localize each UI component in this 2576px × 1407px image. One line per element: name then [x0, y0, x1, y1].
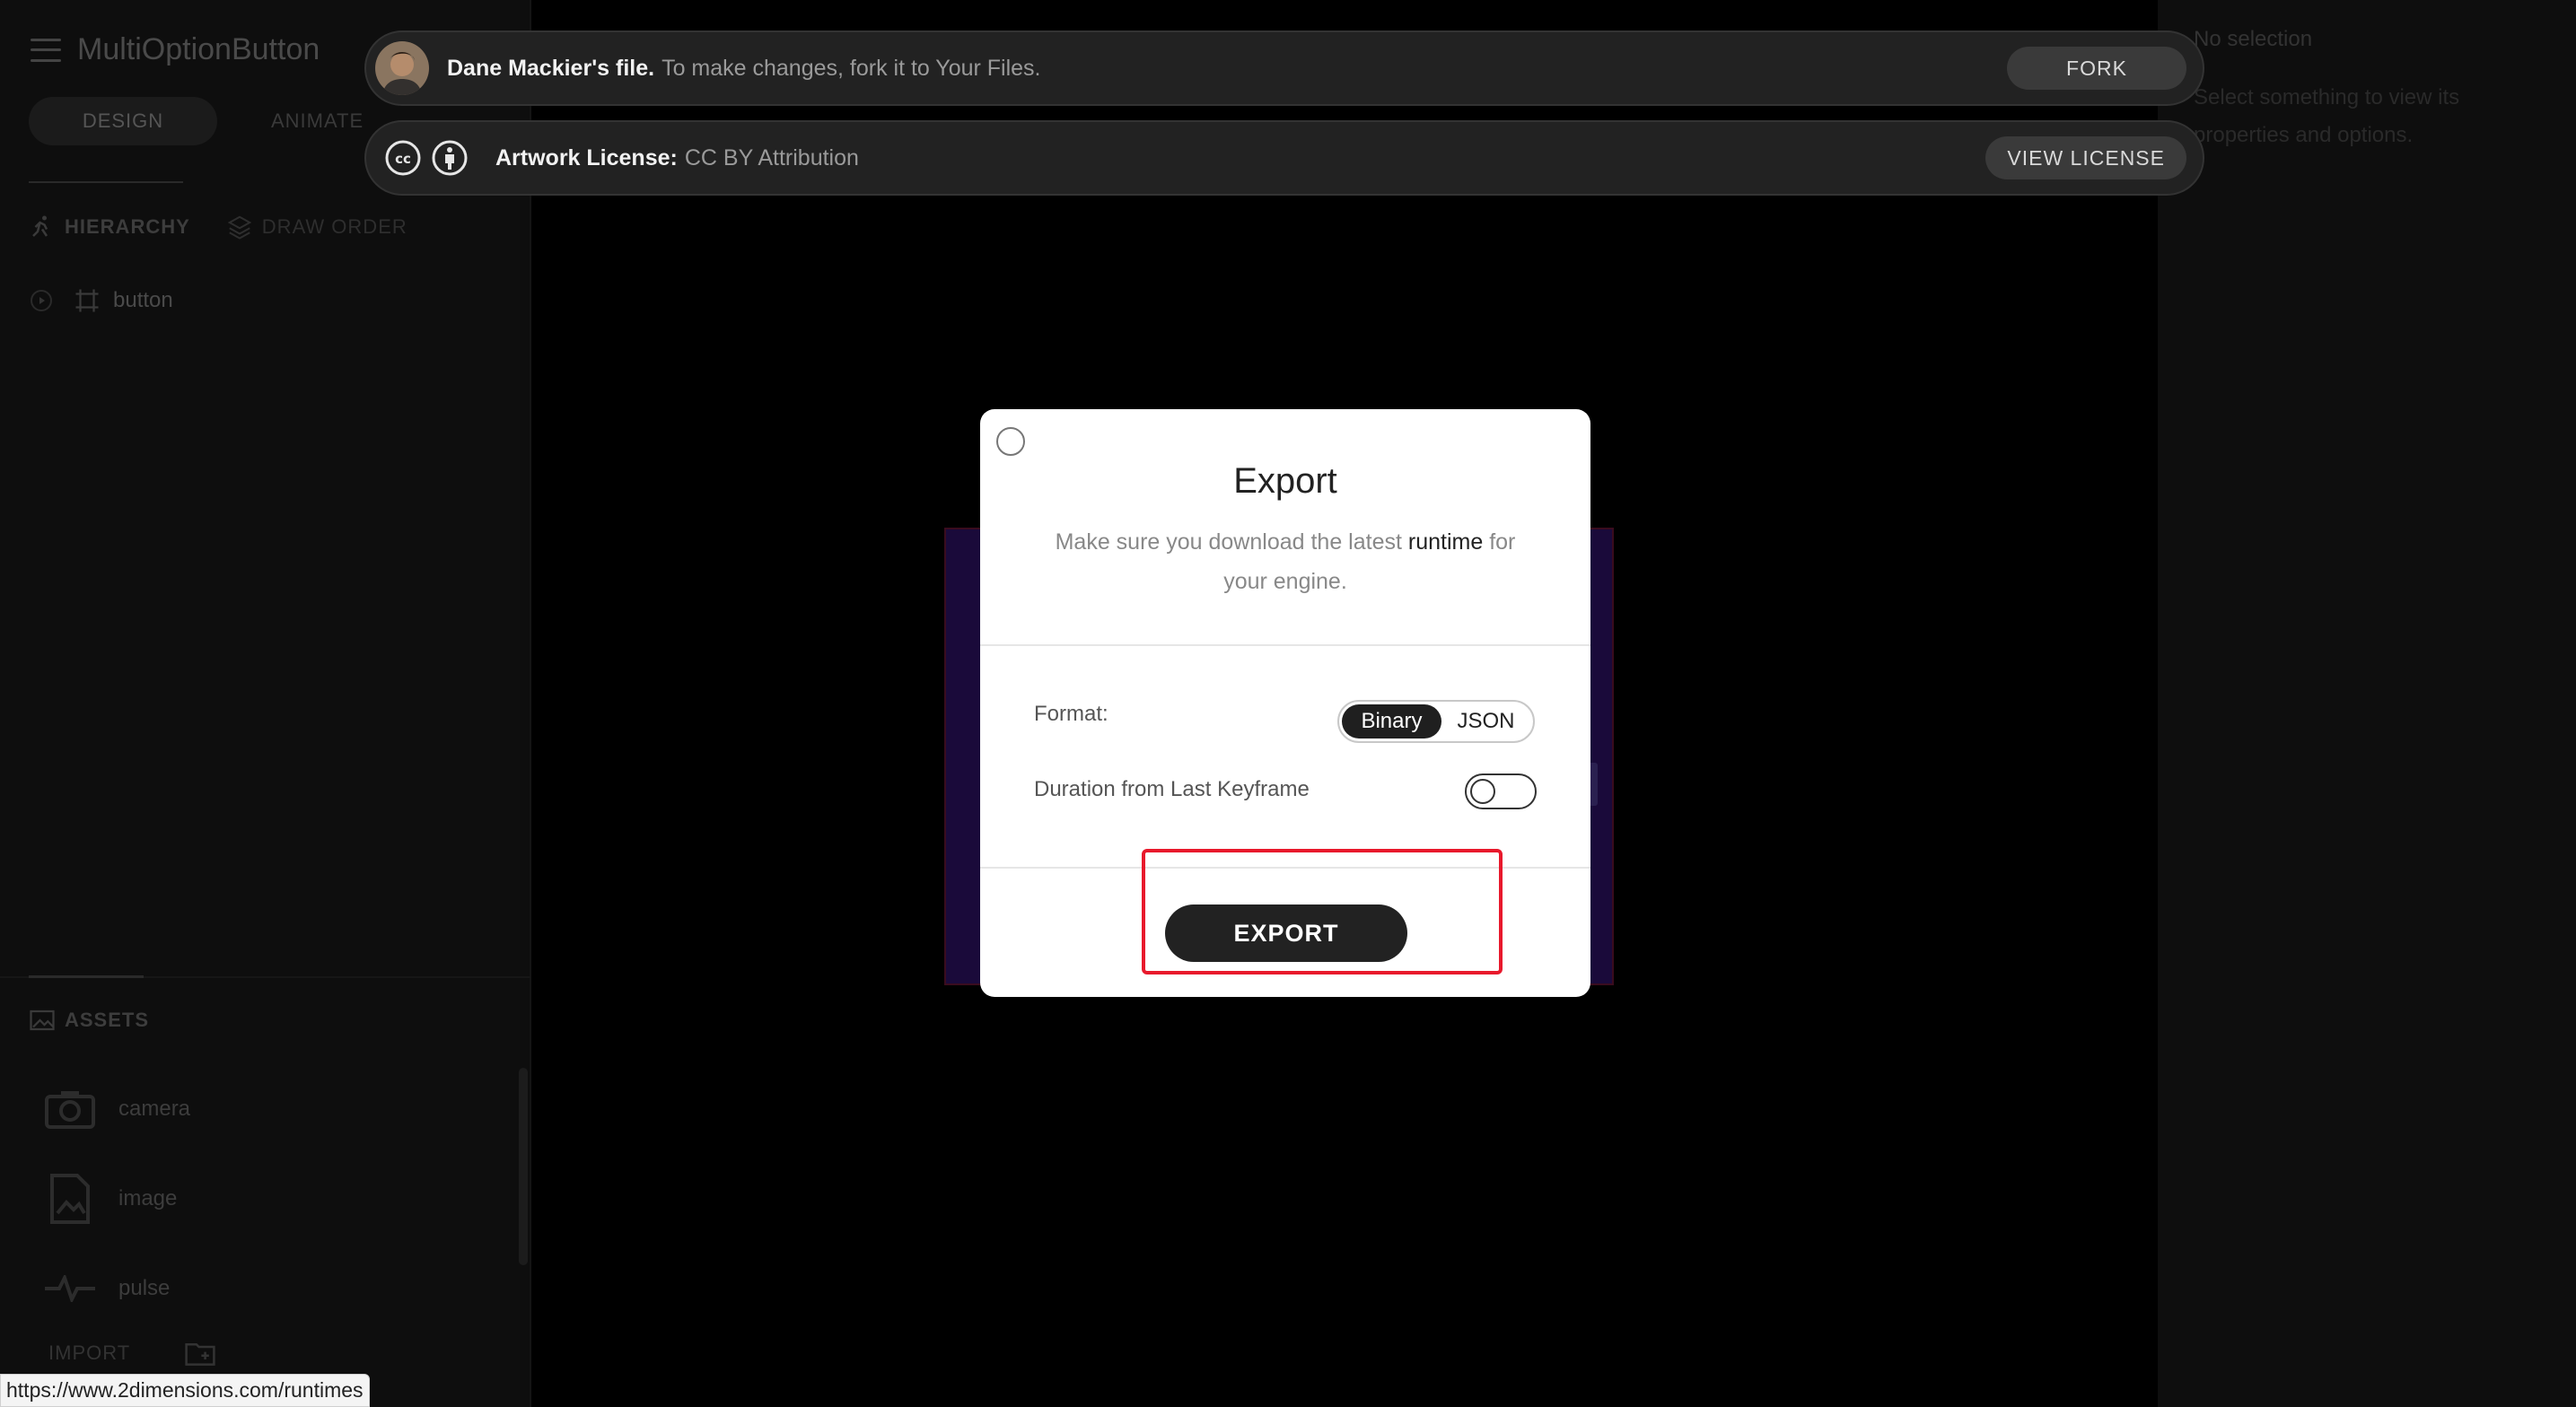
hamburger-menu-icon[interactable]: [31, 38, 61, 62]
svg-text:cc: cc: [395, 151, 411, 167]
format-label: Format:: [1034, 702, 1108, 726]
fork-banner: Dane Mackier's file. To make changes, fo…: [364, 31, 2204, 106]
tab-underline: [29, 181, 183, 183]
artboard-icon: [75, 289, 99, 312]
tab-draw-order[interactable]: DRAW ORDER: [226, 214, 407, 240]
asset-label: pulse: [118, 1276, 171, 1300]
asset-item-image[interactable]: image: [43, 1174, 177, 1224]
import-button[interactable]: IMPORT: [48, 1341, 130, 1365]
hierarchy-item-label: button: [113, 288, 173, 312]
license-label: Artwork License:: [495, 144, 678, 170]
view-license-button[interactable]: VIEW LICENSE: [1985, 136, 2186, 179]
assets-scrollbar[interactable]: [519, 1068, 528, 1265]
tab-hierarchy-label: HIERARCHY: [65, 215, 190, 238]
divider: [980, 644, 1590, 646]
fork-message: To make changes, fork it to Your Files.: [662, 55, 1041, 81]
asset-label: image: [118, 1186, 178, 1210]
mode-tabs: DESIGN ANIMATE: [29, 97, 364, 145]
format-option-json[interactable]: JSON: [1441, 704, 1530, 738]
desc-prefix: Make sure you download the latest: [1055, 529, 1408, 555]
import-row: IMPORT: [48, 1341, 216, 1366]
camera-icon: [43, 1084, 97, 1134]
tab-hierarchy[interactable]: HIERARCHY: [29, 214, 190, 240]
asset-item-camera[interactable]: camera: [43, 1084, 190, 1134]
image-file-icon: [43, 1174, 97, 1224]
assets-label: ASSETS: [65, 1009, 150, 1031]
properties-panel: No selection Select something to view it…: [2158, 0, 2576, 1407]
pulse-icon: [43, 1263, 97, 1314]
tab-design[interactable]: DESIGN: [29, 97, 217, 145]
running-figure-icon: [32, 215, 48, 237]
panel-tabs: HIERARCHY DRAW ORDER: [29, 214, 443, 240]
attribution-person-icon: [432, 140, 468, 176]
duration-toggle[interactable]: [1465, 773, 1537, 809]
properties-hint: Select something to view its properties …: [2194, 85, 2460, 147]
cc-icons: cc: [384, 139, 478, 177]
fork-owner: Dane Mackier's file.: [447, 55, 655, 81]
left-sidebar: MultiOptionButton DESIGN ANIMATE HIERARC…: [0, 0, 531, 1407]
assets-header[interactable]: ASSETS: [29, 1007, 149, 1034]
highlight-box: [1142, 849, 1503, 974]
toggle-knob: [1470, 779, 1495, 804]
sidebar-header: MultiOptionButton: [31, 32, 320, 67]
tab-animate[interactable]: ANIMATE: [271, 109, 364, 133]
runtime-link[interactable]: runtime: [1408, 529, 1483, 555]
tab-draw-order-label: DRAW ORDER: [261, 215, 407, 238]
layers-icon: [227, 215, 252, 240]
license-banner: cc Artwork License: CC BY Attribution VI…: [364, 120, 2204, 196]
image-icon: [30, 1009, 55, 1031]
expand-arrow-icon[interactable]: [31, 290, 52, 311]
asset-label: camera: [118, 1097, 191, 1121]
creative-commons-icon: cc: [385, 140, 421, 176]
assets-tab-underline: [29, 975, 144, 978]
dialog-description: Make sure you download the latest runtim…: [1034, 522, 1537, 601]
close-icon[interactable]: [996, 427, 1025, 456]
dialog-title: Export: [1233, 461, 1337, 501]
file-title: MultiOptionButton: [77, 32, 320, 66]
fork-button[interactable]: FORK: [2007, 47, 2186, 90]
new-folder-icon[interactable]: [184, 1341, 216, 1366]
avatar: [375, 41, 429, 95]
asset-item-pulse[interactable]: pulse: [43, 1263, 170, 1314]
license-name: CC BY Attribution: [684, 144, 859, 170]
properties-title: No selection: [2194, 27, 2313, 51]
duration-label: Duration from Last Keyframe: [1034, 777, 1310, 801]
format-option-binary[interactable]: Binary: [1342, 704, 1441, 738]
status-url: https://www.2dimensions.com/runtimes: [0, 1374, 370, 1407]
hierarchy-item-button[interactable]: button: [31, 287, 173, 314]
format-selector: Binary JSON: [1337, 700, 1535, 743]
